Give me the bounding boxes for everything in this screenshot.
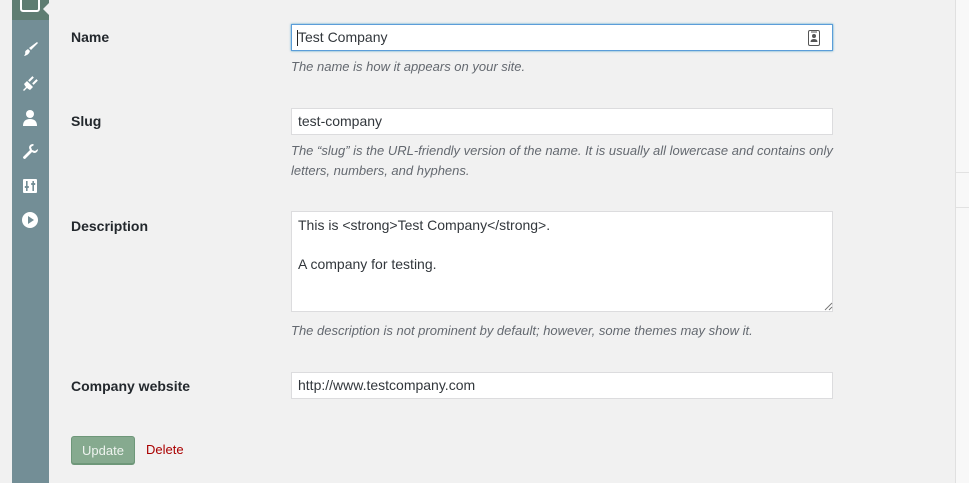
- name-label: Name: [71, 29, 110, 45]
- users-icon[interactable]: [21, 109, 39, 127]
- contact-card-icon[interactable]: [808, 30, 820, 46]
- sidebar-item-portfolio[interactable]: [12, 0, 50, 20]
- description-textarea[interactable]: This is <strong>Test Company</strong>. A…: [291, 211, 833, 312]
- slug-help-line-2: letters, numbers, and hyphens.: [291, 163, 470, 178]
- tools-wrench-icon[interactable]: [21, 143, 39, 161]
- name-input[interactable]: Test Company: [291, 24, 833, 51]
- name-help-text: The name is how it appears on your site.: [291, 59, 526, 74]
- slug-input-value: test-company: [298, 113, 383, 129]
- company-website-value: http://www.testcompany.com: [298, 377, 476, 393]
- description-help-text: The description is not prominent by defa…: [291, 323, 753, 338]
- divider-line: [956, 172, 969, 173]
- plugins-icon[interactable]: [21, 75, 39, 93]
- divider-line: [956, 207, 969, 208]
- admin-sidebar: [12, 0, 50, 483]
- slug-label: Slug: [71, 113, 102, 129]
- name-input-value: Test Company: [298, 29, 388, 45]
- delete-link[interactable]: Delete: [146, 442, 184, 457]
- page-right-edge: [955, 0, 969, 483]
- media-play-icon[interactable]: [21, 211, 39, 229]
- portfolio-icon: [20, 0, 40, 12]
- edit-term-form: Name Test Company The name is how it app…: [49, 0, 955, 483]
- company-website-input[interactable]: http://www.testcompany.com: [291, 372, 833, 399]
- description-label: Description: [71, 218, 149, 234]
- slug-input[interactable]: test-company: [291, 108, 833, 135]
- settings-sliders-icon[interactable]: [21, 177, 39, 195]
- company-website-label: Company website: [71, 378, 191, 394]
- slug-help-text: The “slug” is the URL-friendly version o…: [291, 141, 871, 181]
- update-button[interactable]: Update: [71, 436, 135, 464]
- page-left-edge: [0, 0, 12, 483]
- resize-grip-icon[interactable]: [824, 302, 833, 311]
- appearance-brush-icon[interactable]: [21, 40, 39, 58]
- text-caret: [297, 30, 298, 46]
- slug-help-line-1: The “slug” is the URL-friendly version o…: [291, 143, 833, 158]
